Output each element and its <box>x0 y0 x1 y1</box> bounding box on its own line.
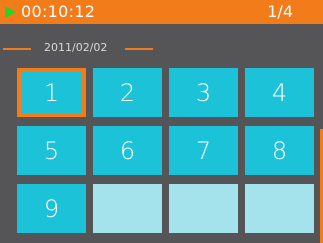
tile-4[interactable]: 4 <box>245 68 314 117</box>
tile-6[interactable]: 6 <box>93 126 162 175</box>
tile-empty[interactable] <box>93 184 162 233</box>
timer: 00:10:12 <box>21 2 96 21</box>
date-label: 2011/02/02 <box>44 41 108 54</box>
date-divider-left <box>3 48 31 50</box>
tile-empty[interactable] <box>245 184 314 233</box>
tile-9[interactable]: 9 <box>17 184 86 233</box>
tile-5[interactable]: 5 <box>17 126 86 175</box>
tile-7[interactable]: 7 <box>169 126 238 175</box>
tile-empty[interactable] <box>169 184 238 233</box>
date-divider-right <box>125 48 153 50</box>
play-icon[interactable] <box>5 6 16 18</box>
date-header: 2011/02/02 <box>0 38 323 58</box>
tile-3[interactable]: 3 <box>169 68 238 117</box>
page-indicator: 1/4 <box>267 2 293 21</box>
tile-1[interactable]: 1 <box>17 68 86 117</box>
status-bar: 00:10:12 1/4 <box>0 0 323 24</box>
tile-2[interactable]: 2 <box>93 68 162 117</box>
tile-8[interactable]: 8 <box>245 126 314 175</box>
